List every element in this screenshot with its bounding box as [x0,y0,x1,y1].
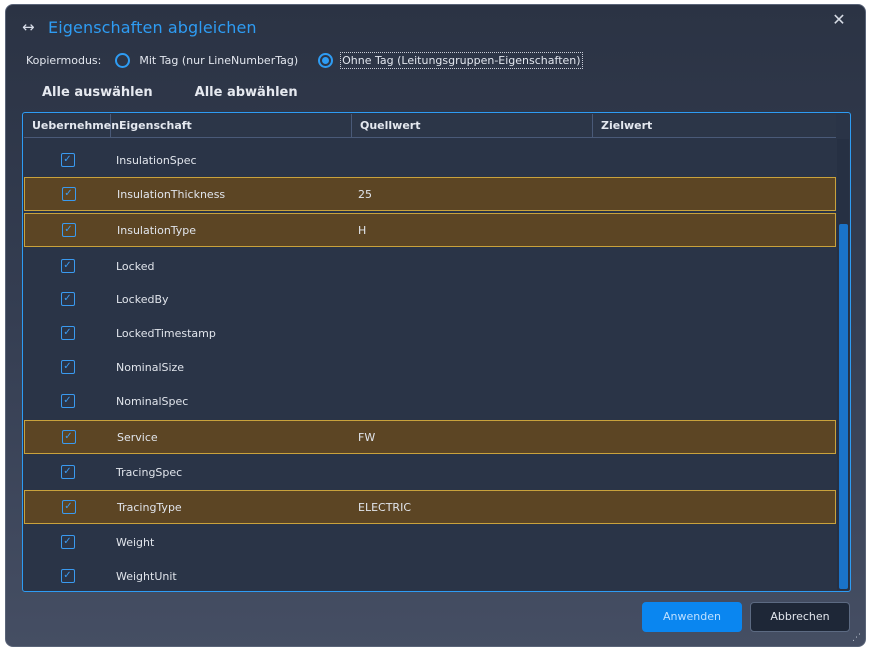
apply-cell: ✓ [24,394,111,408]
apply-cell: ✓ [24,465,111,479]
table-row[interactable]: ✓ LockedTimestamp [24,316,836,350]
copy-mode-label: Kopiermodus: [26,53,102,67]
apply-cell: ✓ [25,430,112,444]
apply-button[interactable]: Anwenden [642,602,742,632]
table-row[interactable]: ✓ TracingType ELECTRIC [24,490,836,524]
radio-with-tag-circle[interactable] [115,52,131,68]
apply-checkbox[interactable]: ✓ [60,394,75,408]
apply-checkbox[interactable]: ✓ [60,292,75,306]
radio-without-tag-circle[interactable] [318,52,334,68]
property-name-cell: TracingSpec [116,465,183,479]
property-name-cell: LockedTimestamp [116,326,216,340]
dialog-title: Eigenschaften abgleichen [48,17,257,37]
resize-grip-icon[interactable]: ⋰ [852,633,862,643]
select-all-button[interactable]: Alle auswählen [42,81,153,104]
table-row[interactable]: ✓ TracingSpec [24,455,836,489]
column-header-source-value[interactable]: Quellwert [352,114,593,137]
close-icon[interactable]: ✕ [829,10,849,30]
table-row[interactable]: ✓ InsulationThickness 25 [24,177,836,211]
radio-with-tag-label: Mit Tag (nur LineNumberTag) [139,53,299,67]
source-value-cell: FW [358,430,376,444]
source-value-cell: 25 [358,187,372,201]
apply-cell: ✓ [25,223,112,237]
property-name-cell: Service [117,430,158,444]
property-name-cell: TracingType [117,500,182,514]
selection-buttons: Alle auswählen Alle abwählen [42,81,340,104]
apply-cell: ✓ [24,259,111,273]
apply-cell: ✓ [25,500,112,514]
cancel-button[interactable]: Abbrechen [750,602,850,632]
deselect-all-button[interactable]: Alle abwählen [195,81,298,104]
apply-cell: ✓ [24,360,111,374]
apply-cell: ✓ [24,535,111,549]
apply-checkbox[interactable]: ✓ [60,326,75,340]
apply-checkbox[interactable]: ✓ [60,259,75,273]
table-row[interactable]: ✓ InsulationType H [24,213,836,247]
apply-checkbox[interactable]: ✓ [61,500,76,514]
table-row[interactable]: ✓ NominalSize [24,350,836,384]
property-name-cell: InsulationSpec [116,153,197,167]
property-name-cell: LockedBy [116,292,169,306]
column-header-property[interactable]: Eigenschaft [111,114,352,137]
properties-grid: Uebernehmen Eigenschaft Quellwert Zielwe… [22,112,851,592]
table-row[interactable]: ✓ Weight [24,525,836,559]
match-properties-dialog: ↔ Eigenschaften abgleichen ✕ Kopiermodus… [5,4,866,647]
property-name-cell: Weight [116,535,155,549]
table-row[interactable]: ✓ NominalSpec [24,384,836,418]
radio-without-tag-label: Ohne Tag (Leitungsgruppen-Eigenschaften) [340,51,583,69]
property-name-cell: WeightUnit [116,569,177,583]
vertical-scrollbar[interactable] [837,139,849,590]
property-name-cell: NominalSpec [116,394,189,408]
radio-without-tag[interactable]: Ohne Tag (Leitungsgruppen-Eigenschaften) [318,51,583,69]
apply-cell: ✓ [24,153,111,167]
apply-checkbox[interactable]: ✓ [61,430,76,444]
apply-checkbox[interactable]: ✓ [60,465,75,479]
arrows-horizontal-icon: ↔ [22,18,35,36]
scrollbar-thumb[interactable] [839,224,848,589]
apply-checkbox[interactable]: ✓ [60,360,75,374]
table-row[interactable]: ✓ Service FW [24,420,836,454]
apply-checkbox[interactable]: ✓ [60,535,75,549]
property-name-cell: NominalSize [116,360,185,374]
table-row[interactable]: ✓ WeightUnit [24,559,836,591]
table-row[interactable]: ✓ LockedBy [24,282,836,316]
apply-checkbox[interactable]: ✓ [61,223,76,237]
apply-cell: ✓ [25,187,112,201]
source-value-cell: ELECTRIC [358,500,411,514]
apply-checkbox[interactable]: ✓ [60,569,75,583]
apply-checkbox[interactable]: ✓ [61,187,76,201]
grid-header: Uebernehmen Eigenschaft Quellwert Zielwe… [24,114,836,138]
copy-mode-group: Kopiermodus: Mit Tag (nur LineNumberTag)… [26,49,601,71]
apply-cell: ✓ [24,292,111,306]
table-row[interactable]: ✓ Locked [24,249,836,283]
apply-cell: ✓ [24,569,111,583]
apply-cell: ✓ [24,326,111,340]
column-header-apply[interactable]: Uebernehmen [24,114,119,137]
source-value-cell: H [358,223,367,237]
radio-with-tag[interactable]: Mit Tag (nur LineNumberTag) [115,52,299,68]
property-name-cell: InsulationThickness [117,187,226,201]
title-bar: ↔ Eigenschaften abgleichen [22,15,257,39]
property-name-cell: Locked [116,259,155,273]
apply-checkbox[interactable]: ✓ [60,153,75,167]
property-name-cell: InsulationType [117,223,197,237]
column-header-target-value[interactable]: Zielwert [593,114,834,137]
table-row[interactable]: ✓ InsulationSpec [24,143,836,177]
